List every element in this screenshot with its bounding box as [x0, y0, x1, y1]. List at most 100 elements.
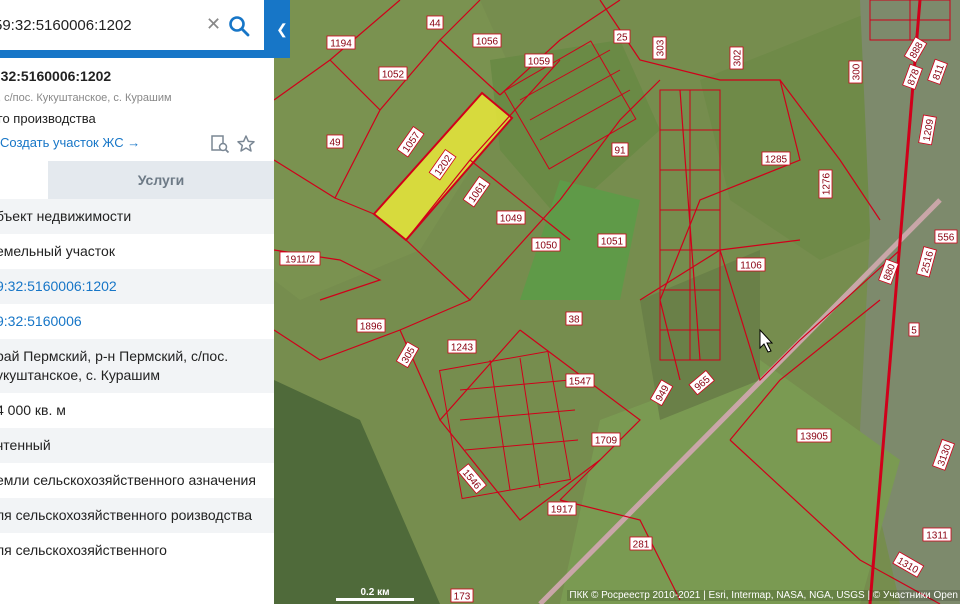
parcel-label[interactable]: 1052	[378, 66, 408, 81]
svg-text:556: 556	[938, 233, 955, 244]
svg-text:13905: 13905	[800, 432, 828, 443]
parcel-label[interactable]: 91	[611, 142, 629, 157]
svg-text:5: 5	[911, 326, 917, 337]
attribute-row: 4 000 кв. м	[0, 393, 274, 428]
parcel-title: :32:5160006:1202	[0, 68, 112, 84]
svg-text:173: 173	[454, 592, 471, 603]
svg-text:1285: 1285	[765, 155, 788, 166]
svg-text:44: 44	[429, 19, 441, 30]
parcel-label[interactable]: 1059	[524, 53, 554, 68]
parcel-label[interactable]: 1917	[547, 501, 577, 516]
document-search-icon[interactable]	[210, 134, 230, 154]
svg-text:25: 25	[616, 33, 628, 44]
svg-text:1049: 1049	[500, 214, 523, 225]
search-input[interactable]	[0, 15, 196, 35]
parcel-label[interactable]: 1896	[356, 318, 386, 333]
svg-text:281: 281	[633, 540, 650, 551]
parcel-label[interactable]: 1106	[736, 257, 766, 272]
attribute-row: 9:32:5160006	[0, 304, 274, 339]
parcel-label[interactable]: 1285	[761, 151, 791, 166]
chevron-left-icon[interactable]: ❮	[274, 0, 290, 58]
svg-text:1106: 1106	[740, 261, 762, 272]
svg-text:300: 300	[852, 63, 863, 80]
parcel-label[interactable]: 173	[450, 588, 474, 603]
scale-line	[336, 598, 414, 601]
parcel-address: , с/пос. Кукуштанское, с. Курашим	[0, 92, 172, 104]
svg-text:1547: 1547	[569, 377, 592, 388]
attribute-value: емельный участок	[0, 243, 115, 259]
svg-text:1311: 1311	[926, 531, 948, 542]
svg-text:1056: 1056	[476, 37, 499, 48]
attribute-row: емельный участок	[0, 234, 274, 269]
svg-text:303: 303	[656, 39, 667, 56]
search-box: ✕	[0, 0, 264, 50]
attribute-row: бъект недвижимости	[0, 199, 274, 234]
attribute-value: 4 000 кв. м	[0, 402, 66, 418]
parcel-label[interactable]: 556	[934, 229, 958, 244]
svg-text:1896: 1896	[360, 322, 383, 333]
map-attribution: ПКК © Росреестр 2010-2021 | Esri, Interm…	[567, 590, 960, 601]
parcel-label[interactable]: 302	[729, 46, 744, 70]
parcel-label[interactable]: 38	[565, 311, 583, 326]
close-icon[interactable]: ✕	[206, 15, 221, 33]
parcel-label[interactable]: 1276	[818, 169, 833, 199]
attribute-row: ля сельскохозяйственного роизводства	[0, 498, 274, 533]
attribute-row: ля сельскохозяйственного	[0, 533, 274, 568]
parcel-label[interactable]: 281	[629, 536, 653, 551]
svg-text:1709: 1709	[595, 436, 618, 447]
svg-text:38: 38	[568, 315, 580, 326]
parcel-use: го производства	[0, 111, 96, 126]
parcel-label[interactable]: 5	[908, 322, 920, 337]
parcel-label[interactable]: 13905	[796, 428, 832, 443]
star-icon[interactable]	[236, 134, 256, 154]
attribute-row: рай Пермский, р-н Пермский, с/пос. укушт…	[0, 339, 274, 393]
svg-text:1276: 1276	[822, 172, 833, 195]
scale-bar: 0.2 км	[336, 587, 414, 601]
svg-text:1194: 1194	[330, 39, 352, 50]
tab-info[interactable]	[0, 161, 48, 199]
svg-text:1911/2: 1911/2	[285, 255, 315, 266]
parcel-label[interactable]: 25	[613, 29, 631, 44]
parcel-label[interactable]: 1049	[496, 210, 526, 225]
svg-text:49: 49	[329, 138, 341, 149]
parcel-label[interactable]: 303	[652, 36, 667, 60]
create-parcel-link[interactable]: Создать участок ЖС →	[0, 135, 140, 150]
attribute-value: ля сельскохозяйственного	[0, 542, 167, 558]
parcel-label[interactable]: 1050	[531, 237, 561, 252]
attribute-row: 9:32:5160006:1202	[0, 269, 274, 304]
parcel-label[interactable]: 49	[326, 134, 344, 149]
info-panel: ✕ :32:5160006:1202 , с/пос. Кукуштанское…	[0, 0, 274, 604]
parcel-label[interactable]: 1243	[447, 339, 477, 354]
svg-text:302: 302	[733, 49, 744, 66]
attribute-value: бъект недвижимости	[0, 208, 132, 224]
cadastral-number-link[interactable]: 9:32:5160006:1202	[0, 277, 266, 296]
tab-services[interactable]: Услуги	[48, 161, 274, 199]
tab-bar: Услуги	[0, 161, 274, 200]
search-icon[interactable]	[228, 15, 250, 37]
attribute-value: ля сельскохозяйственного роизводства	[0, 507, 253, 523]
attribute-value: чтенный	[0, 437, 51, 453]
attribute-value: рай Пермский, р-н Пермский, с/пос. укушт…	[0, 348, 229, 383]
svg-text:1917: 1917	[551, 505, 574, 516]
parcel-label[interactable]: 44	[426, 15, 444, 30]
action-row: Создать участок ЖС →	[0, 134, 274, 154]
svg-text:1059: 1059	[528, 57, 551, 68]
parcel-label[interactable]: 1051	[597, 233, 627, 248]
attribute-row: чтенный	[0, 428, 274, 463]
parcel-label[interactable]: 1194	[326, 35, 356, 50]
cadastral-block-link[interactable]: 9:32:5160006	[0, 312, 266, 331]
attribute-list: бъект недвижимости емельный участок 9:32…	[0, 199, 274, 568]
parcel-label[interactable]: 1911/2	[279, 251, 321, 266]
search-bar: ✕	[0, 0, 274, 58]
scale-label: 0.2 км	[360, 587, 390, 598]
attribute-value: емли сельскохозяйственного азначения	[0, 472, 256, 488]
svg-text:1051: 1051	[601, 237, 624, 248]
parcel-label[interactable]: 1311	[922, 527, 952, 542]
parcel-label[interactable]: 1547	[565, 373, 595, 388]
parcel-label[interactable]: 300	[848, 60, 863, 84]
parcel-label[interactable]: 1056	[472, 33, 502, 48]
svg-text:1243: 1243	[451, 343, 474, 354]
attribute-row: емли сельскохозяйственного азначения	[0, 463, 274, 498]
parcel-label[interactable]: 1709	[591, 432, 621, 447]
svg-text:1052: 1052	[382, 70, 405, 81]
